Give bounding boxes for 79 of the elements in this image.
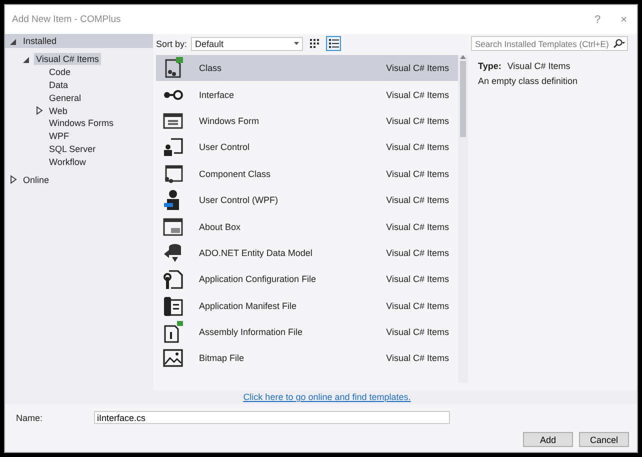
tree-item[interactable]: Online: [21, 174, 52, 186]
dialog-button[interactable]: Cancel: [579, 432, 629, 447]
template-row[interactable]: Application Manifest File Visual C# Items: [156, 292, 458, 319]
online-templates-link[interactable]: Click here to go online and find templates.: [243, 392, 411, 402]
template-row[interactable]: Component Class Visual C# Items: [156, 160, 458, 187]
manifest-file-icon: [162, 294, 184, 317]
template-name: Application Manifest File: [199, 300, 298, 311]
template-category: Visual C# Items: [386, 300, 449, 311]
search-field[interactable]: Search Installed Templates (Ctrl+E): [471, 36, 628, 51]
template-category: Visual C# Items: [386, 327, 449, 338]
template-category: Visual C# Items: [386, 274, 449, 284]
template-row[interactable]: User Control Visual C# Items: [156, 134, 458, 161]
template-name: Application Configuration File: [199, 274, 318, 284]
template-category: Visual C# Items: [386, 222, 449, 232]
template-row[interactable]: About Box Visual C# Items: [156, 213, 458, 240]
template-row[interactable]: Class Visual C# Items: [156, 55, 458, 82]
tree-item[interactable]: SQL Server: [47, 142, 98, 155]
picture-file-icon: [162, 347, 184, 370]
component-icon: [162, 162, 184, 185]
close-button[interactable]: ×: [620, 14, 627, 26]
template-name: User Control: [199, 142, 251, 152]
tree-header[interactable]: Installed: [21, 35, 59, 47]
tree-item[interactable]: WPF: [47, 130, 71, 142]
list-icon: [328, 39, 339, 48]
help-button[interactable]: ?: [594, 14, 601, 26]
template-category: Visual C# Items: [386, 195, 449, 206]
template-row[interactable]: Interface Visual C# Items: [156, 81, 458, 108]
user-control-icon: [162, 136, 184, 158]
window-title: Add New Item - COMPlus: [12, 14, 122, 25]
collapsed-arrow-icon[interactable]: [35, 106, 44, 116]
dialog-button[interactable]: Add: [523, 432, 573, 447]
template-category: Visual C# Items: [386, 248, 449, 258]
template-name: Interface: [199, 90, 236, 100]
tree-item[interactable]: Web: [47, 104, 70, 117]
name-field[interactable]: iInterface.cs: [94, 411, 450, 424]
type-value: Visual C# Items: [507, 61, 570, 71]
template-row[interactable]: Assembly Information File Visual C# Items: [156, 318, 458, 346]
grid-dots-icon: [310, 39, 320, 48]
template-row[interactable]: Windows Form Visual C# Items: [156, 108, 458, 134]
tree-item[interactable]: Workflow: [47, 156, 88, 168]
type-label: Type:: [478, 61, 502, 71]
expanded-arrow-icon[interactable]: [22, 54, 31, 64]
tree-item[interactable]: Code: [47, 66, 73, 78]
template-category: Visual C# Items: [386, 90, 449, 100]
template-row[interactable]: Application Configuration File Visual C# Items: [156, 266, 458, 293]
template-row[interactable]: ADO.NET Entity Data Model Visual C# Items: [156, 240, 458, 266]
template-name: About Box: [199, 222, 242, 232]
name-label: Name:: [16, 412, 44, 422]
template-category: Visual C# Items: [386, 168, 449, 179]
info-file-icon: [162, 321, 184, 344]
sort-dropdown[interactable]: Default: [191, 36, 304, 50]
list-view-button[interactable]: [326, 36, 342, 51]
wrench-file-icon: [162, 268, 184, 290]
template-description: An empty class definition: [478, 76, 579, 86]
template-row[interactable]: User Control (WPF) Visual C# Items: [156, 186, 458, 214]
template-name: Class: [199, 63, 223, 74]
template-category: Visual C# Items: [386, 353, 449, 364]
scroll-up-arrow-icon: [460, 55, 466, 59]
template-name: Bitmap File: [199, 353, 246, 364]
tree-item[interactable]: Visual C# Items: [34, 53, 101, 66]
scrollbar[interactable]: [458, 55, 468, 383]
dropdown-arrow-icon: [294, 42, 300, 45]
template-category: Visual C# Items: [386, 142, 449, 152]
expanded-arrow-icon[interactable]: [9, 36, 18, 46]
tree-item[interactable]: General: [47, 92, 84, 104]
template-row[interactable]: Bitmap File Visual C# Items: [156, 345, 458, 372]
template-category: Visual C# Items: [386, 63, 449, 74]
tree-item[interactable]: Windows Forms: [47, 117, 116, 130]
template-category: Visual C# Items: [386, 116, 449, 126]
template-name: Windows Form: [199, 116, 260, 126]
template-name: User Control (WPF): [199, 195, 280, 206]
template-name: Component Class: [199, 168, 272, 179]
template-name: Assembly Information File: [199, 327, 304, 338]
about-box-icon: [162, 216, 184, 238]
sort-label: Sort by:: [156, 38, 188, 48]
tree-item[interactable]: Data: [47, 78, 70, 91]
template-name: ADO.NET Entity Data Model: [199, 248, 314, 258]
collapsed-arrow-icon[interactable]: [9, 175, 18, 184]
search-icon: [613, 39, 625, 48]
